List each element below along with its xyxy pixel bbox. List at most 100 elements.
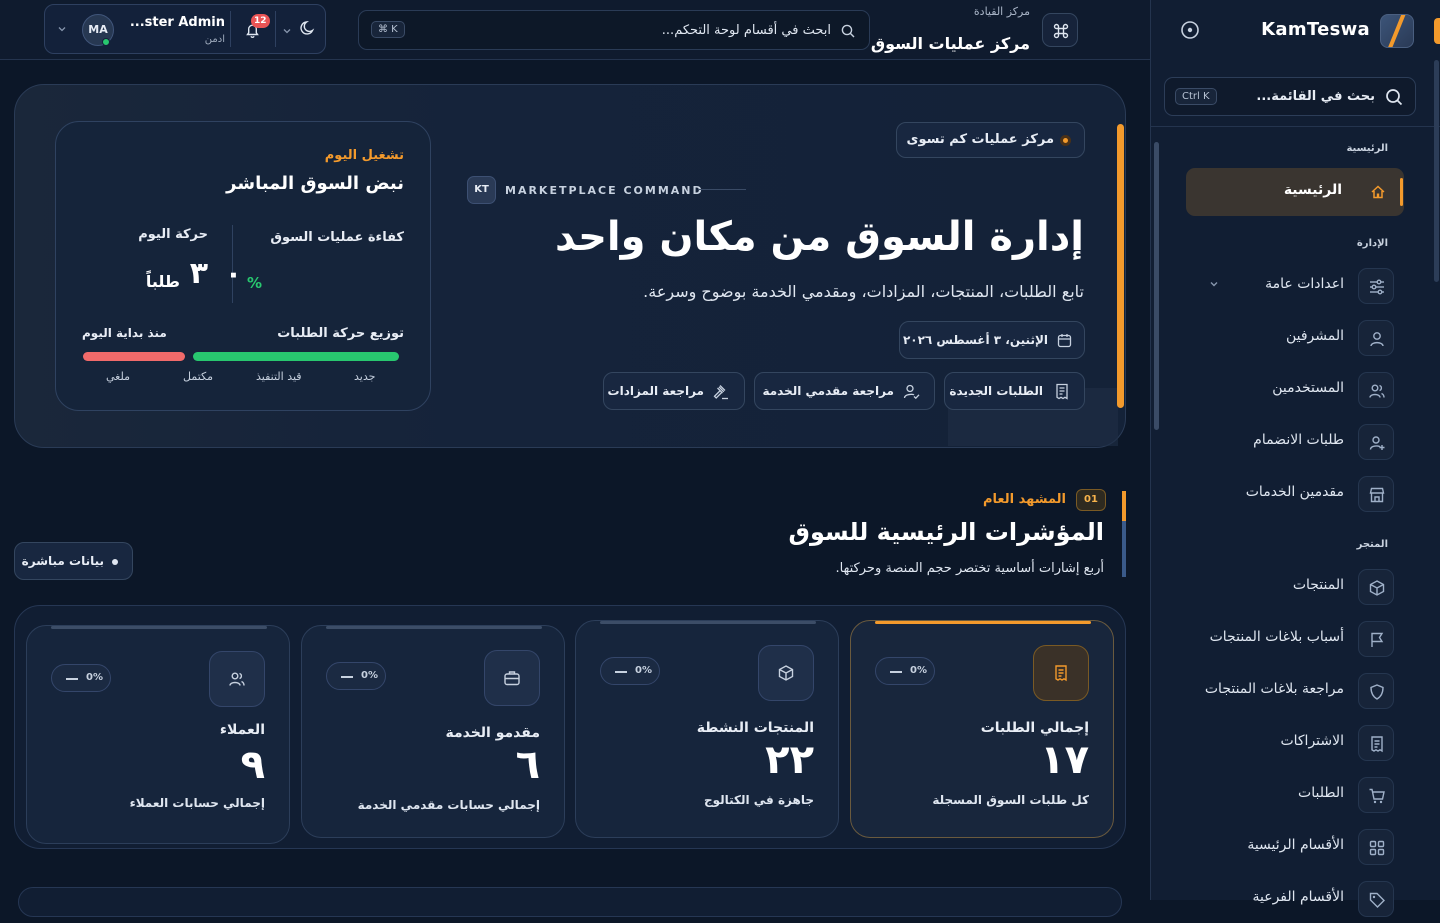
dashboard-search-shortcut: ⌘ K: [371, 21, 405, 38]
new-orders-button[interactable]: الطلبات الجديدة: [944, 372, 1085, 410]
store-icon-box: [1358, 476, 1394, 512]
brand-name: KamTeswa: [1261, 19, 1370, 40]
distribution-label: توزيع حركة الطلبات: [277, 326, 404, 341]
store-icon: [1369, 487, 1385, 503]
stat-value: ٦: [515, 742, 540, 788]
change-chip: 0%: [875, 657, 935, 685]
distribution-bar-cancelled: [83, 352, 185, 361]
users-icon: [1369, 384, 1385, 398]
users-icon: [229, 672, 245, 686]
card-icon-box: [484, 650, 540, 706]
sidebar-item-label: مراجعة بلاغات المنتجات: [1204, 681, 1344, 697]
hero-kicker-line: [698, 189, 746, 190]
sidebar-item-products[interactable]: المنتجات: [1150, 563, 1440, 611]
stat-card-service-providers[interactable]: 0% مقدمو الخدمة ٦ إجمالي حسابات مقدمي ال…: [301, 625, 565, 838]
moon-icon: [300, 21, 315, 35]
tag-icon: [1369, 892, 1385, 908]
sidebar-item-label: اعدادات عامة: [1265, 276, 1344, 292]
dashboard-search-input[interactable]: ابحث في أقسام لوحة التحكم... ⌘ K: [358, 10, 870, 50]
section-index: 01: [1076, 489, 1106, 511]
chevron-down-icon[interactable]: [282, 26, 292, 36]
toolbar-divider: [230, 11, 231, 47]
sidebar-accent-tab: [1434, 18, 1440, 44]
stat-description: جاهزة في الكتالوج: [703, 793, 814, 807]
sidebar-item-service-providers[interactable]: مقدمين الخدمات: [1150, 470, 1440, 518]
card-icon-box: [758, 645, 814, 701]
sidebar-item-users[interactable]: المستخدمين: [1150, 366, 1440, 414]
sidebar-item-subscriptions[interactable]: الاشتراكات: [1150, 719, 1440, 767]
command-icon: [1053, 23, 1069, 39]
traffic-value: ٣: [189, 256, 208, 291]
sidebar-search-input[interactable]: بحث في القائمة... Ctrl K: [1164, 77, 1416, 116]
card-icon-box: [209, 651, 265, 707]
sidebar-collapse-button[interactable]: [1180, 20, 1200, 40]
user-name: ...ster Admin: [129, 15, 225, 30]
sidebar-item-sub-categories[interactable]: الأقسام الفرعية: [1150, 875, 1440, 923]
change-value: 0%: [361, 670, 378, 681]
sidebar-item-label: المشرفين: [1285, 328, 1344, 344]
receipt-icon: [1055, 665, 1067, 682]
change-value: 0%: [86, 672, 103, 683]
nav-section-main: الرئيسية: [1346, 143, 1388, 154]
card-icon-box: [1033, 645, 1089, 701]
stat-card-total-orders[interactable]: 0% إجمالي الطلبات ١٧ كل طلبات السوق المس…: [850, 620, 1114, 838]
review-providers-button[interactable]: مراجعة مقدمي الخدمة: [754, 372, 935, 410]
traffic-label: حركة اليوم: [138, 227, 208, 242]
command-button[interactable]: [1042, 13, 1078, 47]
grid-icon-box: [1358, 829, 1394, 865]
section-accent-line: [1122, 491, 1126, 577]
change-dash: [66, 678, 78, 680]
change-value: 0%: [910, 665, 927, 676]
traffic-unit: طلباً: [145, 272, 180, 291]
card-top-line: [326, 626, 542, 629]
section-description: أربع إشارات أساسية تختصر حجم المنصة وحرك…: [835, 561, 1104, 576]
window-scrollbar[interactable]: [1434, 60, 1439, 282]
dashboard-search-placeholder: ابحث في أقسام لوحة التحكم...: [661, 23, 831, 38]
live-dot: [112, 559, 118, 565]
stat-description: إجمالي حسابات العملاء: [129, 796, 265, 810]
sidebar-scrollbar[interactable]: [1154, 142, 1159, 430]
hero-accent-bar: [1117, 124, 1124, 408]
kt-logo-badge: KT: [467, 176, 496, 204]
page-title: مركز عمليات السوق: [870, 34, 1030, 53]
sidebar-item-main-categories[interactable]: الأقسام الرئيسية: [1150, 823, 1440, 871]
home-icon-box: [1360, 174, 1396, 210]
tag-icon-box: [1358, 881, 1394, 917]
target-icon: [1181, 21, 1199, 39]
next-section-edge: [18, 887, 1122, 917]
review-auctions-button[interactable]: مراجعة المزادات: [603, 372, 745, 410]
sliders-icon: [1370, 279, 1384, 295]
sidebar-item-report-review[interactable]: مراجعة بلاغات المنتجات: [1150, 667, 1440, 715]
sidebar-divider: [1150, 126, 1440, 127]
legend-new: جديد: [354, 370, 376, 383]
shield-icon-box: [1358, 673, 1394, 709]
pulse-kicker: تشغيل اليوم: [324, 148, 404, 163]
stat-value: ٢٢: [765, 737, 814, 783]
nav-section-store: المتجر: [1356, 539, 1388, 550]
card-top-line: [600, 621, 816, 624]
chevron-down-icon[interactable]: [57, 24, 67, 34]
user-check-icon: [903, 384, 920, 400]
chevron-down-icon[interactable]: [1208, 278, 1220, 290]
sidebar-item-supervisors[interactable]: المشرفين: [1150, 314, 1440, 362]
active-item-indicator: [1400, 178, 1403, 206]
sidebar-item-orders[interactable]: الطلبات: [1150, 771, 1440, 819]
stat-description: إجمالي حسابات مقدمي الخدمة: [357, 798, 540, 812]
new-orders-label: الطلبات الجديدة: [949, 384, 1043, 398]
stat-name: مقدمو الخدمة: [445, 725, 540, 741]
sidebar-item-report-reasons[interactable]: أسباب بلاغات المنتجات: [1150, 615, 1440, 663]
stat-name: العملاء: [219, 722, 265, 738]
theme-toggle-button[interactable]: [295, 19, 317, 41]
box-icon: [778, 665, 794, 681]
box-icon: [1369, 580, 1385, 596]
stat-card-active-products[interactable]: 0% المنتجات النشطة ٢٢ جاهزة في الكتالوج: [575, 620, 839, 838]
sidebar-item-label: مقدمين الخدمات: [1245, 484, 1344, 500]
sidebar-item-general-settings[interactable]: اعدادات عامة: [1150, 262, 1440, 310]
sidebar-item-label: طلبات الانضمام: [1253, 432, 1344, 448]
efficiency-value: ٠: [224, 257, 242, 290]
sidebar: KamTeswa بحث في القائمة... Ctrl K الرئيس…: [1150, 0, 1440, 917]
sidebar-item-join-requests[interactable]: طلبات الانضمام: [1150, 418, 1440, 466]
hero-subtitle: تابع الطلبات، المنتجات، المزادات، ومقدمي…: [643, 282, 1084, 301]
stat-card-customers[interactable]: 0% العملاء ٩ إجمالي حسابات العملاء: [26, 625, 290, 844]
sidebar-item-home[interactable]: الرئيسية: [1150, 168, 1440, 216]
